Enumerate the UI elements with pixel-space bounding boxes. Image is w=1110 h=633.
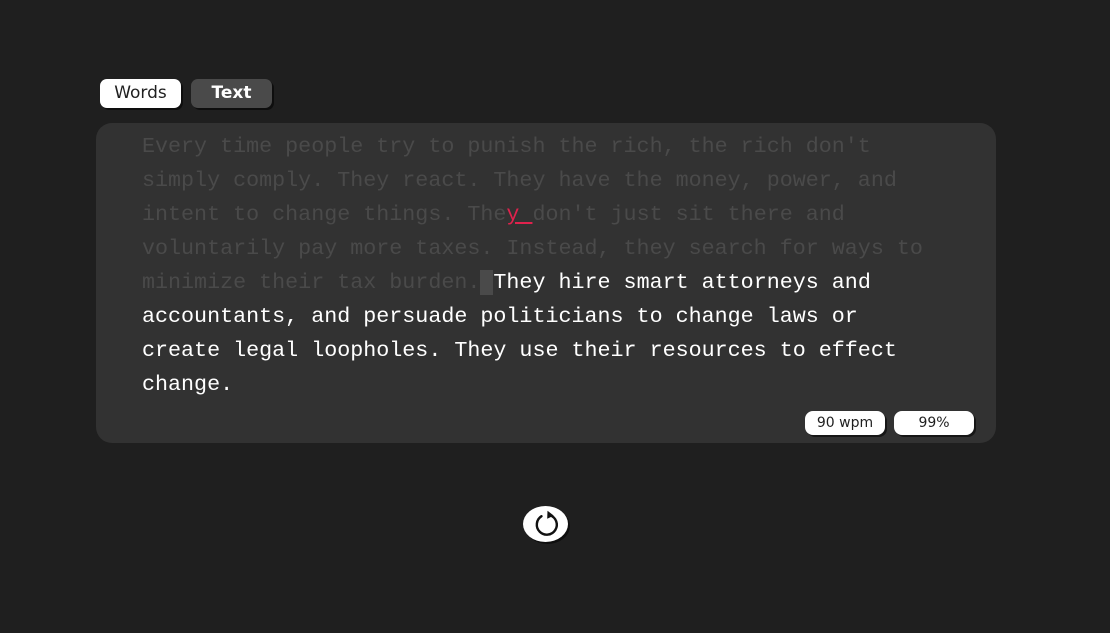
accuracy-badge: 99% <box>894 411 974 435</box>
wpm-badge: 90 wpm <box>805 411 885 435</box>
typing-panel[interactable]: Every time people try to punish the rich… <box>96 123 996 443</box>
tab-text[interactable]: Text <box>191 79 272 108</box>
error-chars: y <box>506 202 533 227</box>
restart-icon <box>535 510 558 536</box>
stats-bar: 90 wpm 99% <box>805 411 974 435</box>
restart-button[interactable] <box>523 506 568 542</box>
text-cursor <box>480 270 494 295</box>
passage-text: Every time people try to punish the rich… <box>142 130 942 402</box>
tab-words[interactable]: Words <box>100 79 181 108</box>
mode-tabs: Words Text <box>100 79 272 108</box>
